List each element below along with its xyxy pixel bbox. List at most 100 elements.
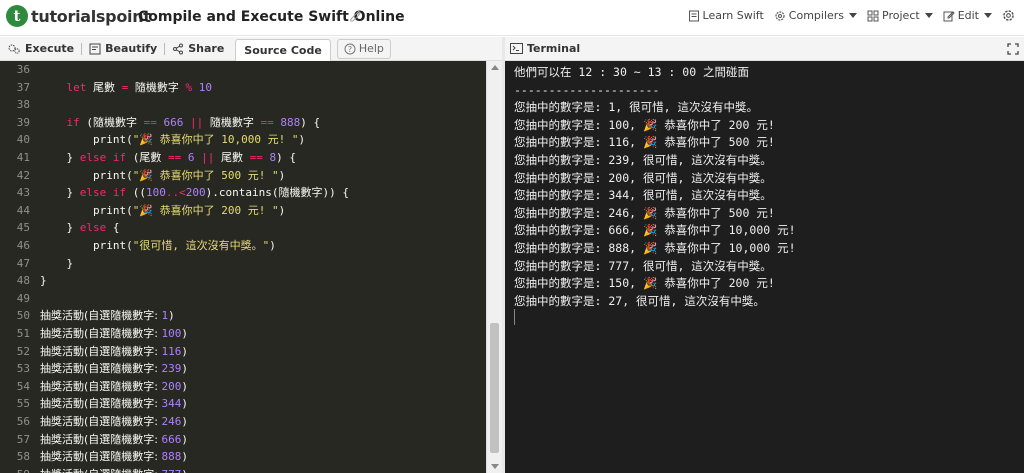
code-line[interactable]: 57 抽獎活動(自選隨機數字: 666): [0, 431, 486, 449]
chevron-down-icon: [924, 13, 933, 18]
code-line[interactable]: 48}: [0, 272, 486, 290]
code-line[interactable]: 55 抽獎活動(自選隨機數字: 344): [0, 395, 486, 413]
code-token: 666: [163, 115, 184, 129]
grid-icon: [867, 10, 879, 21]
maximize-icon[interactable]: [1005, 41, 1021, 57]
code-line[interactable]: 59 抽獎活動(自選隨機數字: 777): [0, 466, 486, 473]
scroll-down-icon[interactable]: [491, 464, 499, 469]
code-line[interactable]: 49: [0, 290, 486, 308]
nav-project[interactable]: Project: [867, 9, 933, 22]
code-line[interactable]: 54 抽獎活動(自選隨機數字: 200): [0, 378, 486, 396]
execute-button[interactable]: Execute: [0, 37, 81, 61]
beautify-button[interactable]: Beautify: [82, 37, 164, 61]
code-line[interactable]: 43 } else if ((100..<200).contains(隨機數字)…: [0, 184, 486, 202]
code-line[interactable]: 36: [0, 61, 486, 79]
code-token: 10: [198, 80, 212, 94]
code-token: if: [40, 115, 87, 129]
code-text: 抽獎活動(自選隨機數字: 777): [40, 466, 188, 473]
code-line[interactable]: 58 抽獎活動(自選隨機數字: 888): [0, 448, 486, 466]
nav-learn-swift[interactable]: Learn Swift: [688, 9, 764, 22]
code-line[interactable]: 52 抽獎活動(自選隨機數字: 116): [0, 343, 486, 361]
code-token: 100: [145, 186, 166, 200]
code-text: 抽獎活動(自選隨機數字: 200): [40, 378, 188, 396]
code-token: ==: [253, 115, 281, 129]
code-line[interactable]: 45 } else {: [0, 219, 486, 237]
code-token: 抽獎活動(自選隨機數字:: [40, 468, 162, 473]
code-token: }: [40, 186, 80, 200]
code-token: 隨機數字: [92, 115, 137, 129]
terminal-line: 您抽中的數字是: 777, 很可惜, 這次沒有中獎。: [514, 258, 772, 273]
code-line[interactable]: 51 抽獎活動(自選隨機數字: 100): [0, 325, 486, 343]
terminal-line: 他們可以在 12 : 30 ~ 13 : 00 之間碰面: [514, 65, 750, 79]
code-text: 抽獎活動(自選隨機數字: 344): [40, 395, 188, 413]
editor-scrollbar[interactable]: [486, 61, 502, 473]
pencil-icon[interactable]: [349, 9, 362, 22]
tab-source-code[interactable]: Source Code: [235, 38, 331, 61]
code-token: "🎉 恭喜你中了 500 元! ": [132, 168, 279, 182]
code-token: print(: [40, 239, 133, 252]
line-number: 57: [16, 432, 30, 446]
code-line[interactable]: 42 print("🎉 恭喜你中了 500 元! "): [0, 167, 486, 185]
code-line[interactable]: 44 print("🎉 恭喜你中了 200 元! "): [0, 202, 486, 220]
code-line[interactable]: 46 print("很可惜, 這次沒有中獎。"): [0, 237, 486, 255]
terminal-title: Terminal: [527, 42, 581, 55]
share-button[interactable]: Share: [165, 37, 231, 61]
terminal-output[interactable]: 他們可以在 12 : 30 ~ 13 : 00 之間碰面 ------------…: [505, 61, 1024, 473]
code-line[interactable]: 37 let 尾數 = 隨機數字 % 10: [0, 79, 486, 97]
nav-compilers[interactable]: Compilers: [774, 9, 858, 22]
code-token: 239: [161, 362, 182, 376]
code-line[interactable]: 53 抽獎活動(自選隨機數字: 239): [0, 360, 486, 378]
code-token: ): [168, 309, 175, 323]
code-text: } else if ((100..<200).contains(隨機數字)) {: [40, 184, 348, 202]
logo-text: tutorialspoint: [31, 6, 151, 26]
code-editor[interactable]: 36 37 let 尾數 = 隨機數字 % 10 38 39 if (隨機數字 == …: [0, 61, 486, 473]
line-number: 53: [16, 362, 30, 376]
code-token: else if: [79, 186, 133, 200]
code-token: ): [181, 450, 188, 464]
line-number: 40: [16, 133, 30, 147]
code-line[interactable]: 50 抽獎活動(自選隨機數字: 1): [0, 307, 486, 325]
code-line[interactable]: 39 if (隨機數字 == 666 || 隨機數字 == 888) {: [0, 114, 486, 132]
code-token: print(: [40, 168, 133, 182]
site-logo[interactable]: t tutorialspoint: [6, 5, 151, 27]
line-number: 58: [16, 450, 30, 464]
help-button[interactable]: ? Help: [336, 38, 391, 59]
nav-edit[interactable]: Edit: [943, 9, 992, 22]
code-line[interactable]: 38: [0, 96, 486, 114]
code-token: 隨機數字: [209, 115, 254, 129]
code-token: 抽獎活動(自選隨機數字:: [40, 309, 162, 323]
code-token: "很可惜, 這次沒有中獎。": [132, 239, 270, 252]
code-token: 抽獎活動(自選隨機數字:: [40, 397, 162, 411]
code-text: print("🎉 恭喜你中了 500 元! "): [40, 167, 285, 185]
code-text: let 尾數 = 隨機數字 % 10: [40, 79, 212, 97]
line-number: 46: [16, 239, 30, 252]
code-token: ).contains(: [205, 186, 279, 200]
code-token: }: [40, 221, 80, 235]
code-token: ): [181, 468, 188, 473]
code-line[interactable]: 41 } else if (尾數 == 6 || 尾數 == 8) {: [0, 149, 486, 167]
terminal-line: 您抽中的數字是: 666, 🎉 恭喜你中了 10,000 元!: [514, 223, 796, 238]
code-token: ): [181, 362, 188, 376]
code-line[interactable]: 56 抽獎活動(自選隨機數字: 246): [0, 413, 486, 431]
line-number: 39: [16, 115, 30, 129]
scroll-up-icon[interactable]: [491, 65, 499, 70]
code-token: }: [40, 274, 47, 288]
chevron-down-icon: [984, 13, 992, 18]
code-line[interactable]: 47 }: [0, 255, 486, 273]
code-token: 抽獎活動(自選隨機數字:: [40, 327, 162, 340]
book-icon: [688, 10, 699, 21]
help-label: Help: [358, 42, 384, 55]
line-number: 42: [16, 168, 30, 182]
code-token: {: [112, 221, 120, 235]
code-token: ): [278, 203, 286, 217]
line-number: 59: [0, 466, 30, 473]
settings-button[interactable]: [1002, 9, 1018, 22]
code-token: 尾數: [139, 151, 162, 164]
nav-project-label: Project: [882, 9, 920, 22]
code-token: ): [181, 379, 188, 393]
scrollbar-thumb[interactable]: [490, 323, 499, 453]
nav-edit-label: Edit: [957, 9, 979, 22]
terminal-line: 您抽中的數字是: 27, 很可惜, 這次沒有中獎。: [514, 293, 765, 308]
code-line[interactable]: 40 print("🎉 恭喜你中了 10,000 元! "): [0, 131, 486, 149]
code-token: ): [181, 327, 188, 340]
